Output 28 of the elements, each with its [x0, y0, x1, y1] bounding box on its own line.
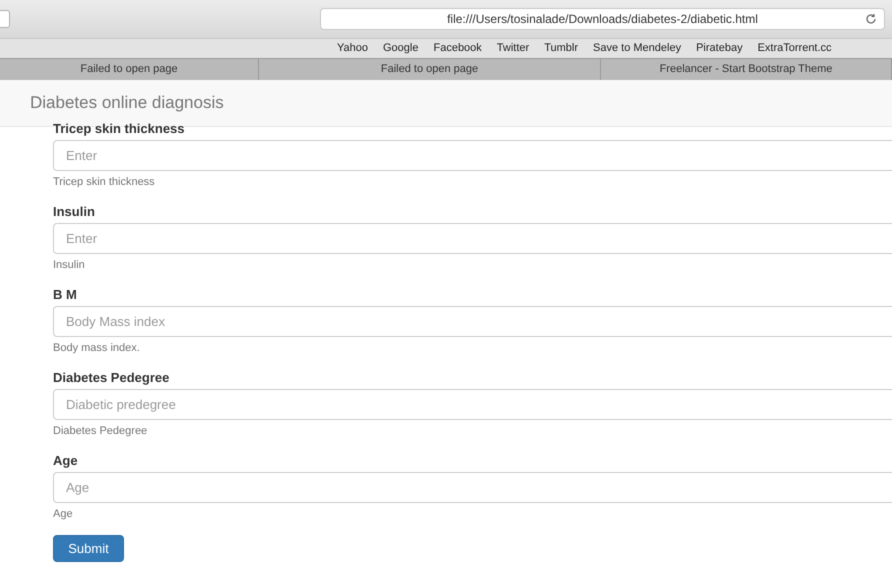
bookmark-link[interactable]: Yahoo [337, 40, 368, 57]
bookmark-link[interactable]: Twitter [496, 40, 530, 57]
input-field[interactable]: Age [53, 472, 892, 503]
address-bar[interactable]: file:///Users/tosinalade/Downloads/diabetes-2/diabetic.html [320, 8, 885, 30]
bookmark-link[interactable]: Facebook [433, 40, 482, 57]
bookmark-link[interactable]: Google [383, 40, 418, 57]
bookmark-link[interactable]: ExtraTorrent.cc [758, 40, 832, 57]
help-text: Insulin [53, 258, 86, 272]
input-field[interactable]: Diabetic predegree [53, 389, 892, 420]
field-label: Age [53, 453, 79, 469]
help-text: Tricep skin thickness [53, 175, 156, 189]
bookmark-link[interactable]: Tumblr [544, 40, 578, 57]
help-text: Age [53, 507, 74, 521]
input-field[interactable]: Enter [53, 140, 892, 171]
field-label: Diabetes Pedegree [53, 370, 170, 386]
bookmark-link[interactable]: Piratebay [696, 40, 743, 57]
field-label: Tricep skin thickness [53, 121, 186, 137]
help-text: Body mass index. [53, 341, 141, 355]
brand-title[interactable]: Diabetes online diagnosis [30, 90, 224, 116]
input-field[interactable]: Enter [53, 223, 892, 254]
field-label: B M [53, 287, 78, 303]
bookmark-link[interactable]: Save to Mendeley [593, 40, 682, 57]
url-text: file:///Users/tosinalade/Downloads/diabetes-2/diabetic.html [446, 11, 759, 28]
field-label: Insulin [53, 204, 96, 220]
submit-button[interactable]: Submit [53, 535, 124, 562]
help-text: Diabetes Pedegree [53, 424, 148, 438]
input-field[interactable]: Body Mass index [53, 306, 892, 337]
reload-icon[interactable] [865, 13, 877, 25]
